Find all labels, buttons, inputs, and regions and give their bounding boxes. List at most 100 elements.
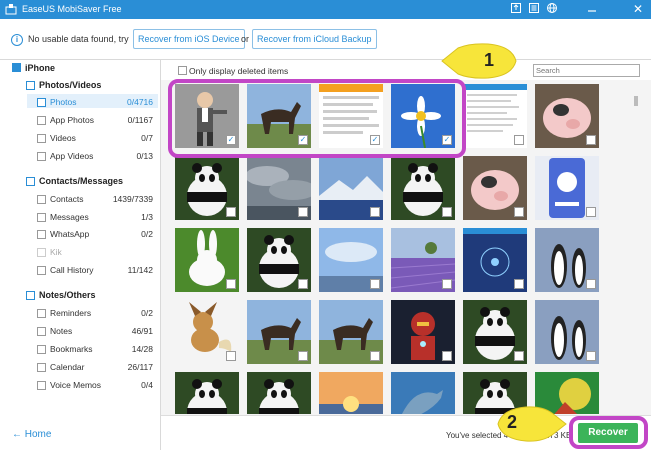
photo-thumbnail[interactable]: [463, 156, 527, 220]
photo-thumbnail[interactable]: [175, 228, 239, 292]
photo-thumbnail[interactable]: [319, 372, 383, 414]
thumbnail-checkbox[interactable]: [298, 207, 308, 217]
contacts-icon: [26, 177, 35, 186]
scrollbar[interactable]: [634, 96, 638, 106]
thumbnail-checkbox[interactable]: [514, 135, 524, 145]
photo-thumbnail[interactable]: [247, 372, 311, 414]
sidebar-item-label: Calendar: [50, 362, 85, 372]
thumbnail-checkbox[interactable]: [226, 279, 236, 289]
checkbox[interactable]: [37, 381, 46, 390]
device-checkbox-icon[interactable]: [12, 63, 21, 72]
checkbox[interactable]: [37, 134, 46, 143]
sidebar-item-reminders[interactable]: Reminders 0/2: [37, 308, 157, 320]
globe-icon[interactable]: [545, 2, 559, 16]
thumbnail-checkbox[interactable]: [514, 279, 524, 289]
deleted-only-checkbox[interactable]: [178, 66, 187, 75]
photo-thumbnail[interactable]: [319, 156, 383, 220]
checkbox[interactable]: [37, 230, 46, 239]
sidebar-item-contacts[interactable]: Contacts 1439/7339: [37, 194, 157, 206]
photo-thumbnail[interactable]: [247, 228, 311, 292]
sidebar-item-whatsapp[interactable]: WhatsApp 0/2: [37, 229, 157, 241]
sidebar-item-label: Photos: [50, 97, 77, 107]
sidebar-item-videos[interactable]: Videos 0/7: [37, 133, 157, 145]
photo-thumbnail[interactable]: [391, 156, 455, 220]
sidebar-item-kik: Kik: [37, 247, 157, 259]
minimize-icon[interactable]: [585, 2, 599, 16]
close-icon[interactable]: ✕: [625, 0, 651, 19]
thumbnail-checkbox[interactable]: [514, 207, 524, 217]
photo-thumbnail[interactable]: [175, 156, 239, 220]
photo-thumbnail[interactable]: [391, 372, 455, 414]
checkbox[interactable]: [37, 327, 46, 336]
sidebar-item-messages[interactable]: Messages 1/3: [37, 212, 157, 224]
sidebar-item-label: App Photos: [50, 115, 94, 125]
thumbnail-checkbox[interactable]: [370, 207, 380, 217]
photo-thumbnail[interactable]: [535, 300, 599, 364]
thumbnail-checkbox[interactable]: [586, 207, 596, 217]
export-icon[interactable]: [509, 2, 523, 16]
thumbnail-checkbox[interactable]: [370, 279, 380, 289]
sidebar-item-calendar[interactable]: Calendar 26/117: [37, 362, 157, 374]
sidebar-item-bookmarks[interactable]: Bookmarks 14/28: [37, 344, 157, 356]
checkbox[interactable]: [37, 213, 46, 222]
deleted-only-label: Only display deleted items: [189, 66, 289, 76]
thumbnail-checkbox[interactable]: [370, 351, 380, 361]
photo-thumbnail[interactable]: [319, 228, 383, 292]
thumbnail-checkbox[interactable]: [586, 135, 596, 145]
sidebar-item-label: Bookmarks: [50, 344, 93, 354]
photo-thumbnail[interactable]: [175, 372, 239, 414]
sidebar-item-call-history[interactable]: Call History 11/142: [37, 265, 157, 277]
section-notes-others: Notes/Others: [39, 290, 96, 300]
checkbox[interactable]: [37, 309, 46, 318]
checkbox[interactable]: [37, 363, 46, 372]
photo-thumbnail[interactable]: [319, 300, 383, 364]
photo-thumbnail[interactable]: [391, 228, 455, 292]
checkbox[interactable]: [37, 345, 46, 354]
thumbnail-checkbox[interactable]: [586, 351, 596, 361]
checkbox[interactable]: [37, 116, 46, 125]
photo-thumbnail[interactable]: [463, 84, 527, 148]
checkbox[interactable]: [37, 152, 46, 161]
step1-highlight: [168, 79, 466, 158]
photo-thumbnail[interactable]: [535, 156, 599, 220]
sidebar-item-voice-memos[interactable]: Voice Memos 0/4: [37, 380, 157, 392]
app-logo-icon: [5, 4, 17, 15]
thumbnail-checkbox[interactable]: [514, 351, 524, 361]
sidebar-item-count: 0/1167: [127, 115, 153, 125]
photo-thumbnail[interactable]: [175, 300, 239, 364]
sidebar-item-label: App Videos: [50, 151, 94, 161]
thumbnail-checkbox[interactable]: [442, 207, 452, 217]
search-input[interactable]: [533, 64, 640, 77]
photo-thumbnail[interactable]: [247, 156, 311, 220]
thumbnail-checkbox[interactable]: [442, 279, 452, 289]
thumbnail-checkbox[interactable]: [298, 351, 308, 361]
thumbnail-checkbox[interactable]: [226, 351, 236, 361]
thumbnail-checkbox[interactable]: [586, 279, 596, 289]
sidebar-item-app-videos[interactable]: App Videos 0/13: [37, 151, 157, 163]
checkbox[interactable]: [37, 195, 46, 204]
callout-bubble-1: [441, 43, 517, 79]
sidebar: iPhone Photos/Videos Photos 0/4716 App P…: [0, 60, 161, 450]
photo-image: [319, 372, 383, 414]
photo-thumbnail[interactable]: [463, 300, 527, 364]
sidebar-item-count: 14/28: [131, 344, 153, 354]
photo-image: [175, 372, 239, 414]
sidebar-item-photos[interactable]: Photos 0/4716: [37, 97, 157, 109]
checkbox[interactable]: [37, 98, 46, 107]
home-link[interactable]: ← Home: [12, 429, 51, 440]
sidebar-item-app-photos[interactable]: App Photos 0/1167: [37, 115, 157, 127]
recover-ios-button[interactable]: Recover from iOS Device: [133, 29, 245, 49]
thumbnail-checkbox[interactable]: [442, 351, 452, 361]
photo-thumbnail[interactable]: [535, 228, 599, 292]
photo-thumbnail[interactable]: [391, 300, 455, 364]
photo-thumbnail[interactable]: [463, 228, 527, 292]
photo-thumbnail[interactable]: [247, 300, 311, 364]
thumbnail-checkbox[interactable]: [226, 207, 236, 217]
thumbnail-checkbox[interactable]: [298, 279, 308, 289]
recover-icloud-button[interactable]: Recover from iCloud Backup: [252, 29, 377, 49]
checkbox[interactable]: [37, 266, 46, 275]
photo-thumbnail[interactable]: [535, 84, 599, 148]
sidebar-item-notes[interactable]: Notes 46/91: [37, 326, 157, 338]
menu-icon[interactable]: [527, 2, 541, 16]
or-label: or: [241, 34, 250, 44]
